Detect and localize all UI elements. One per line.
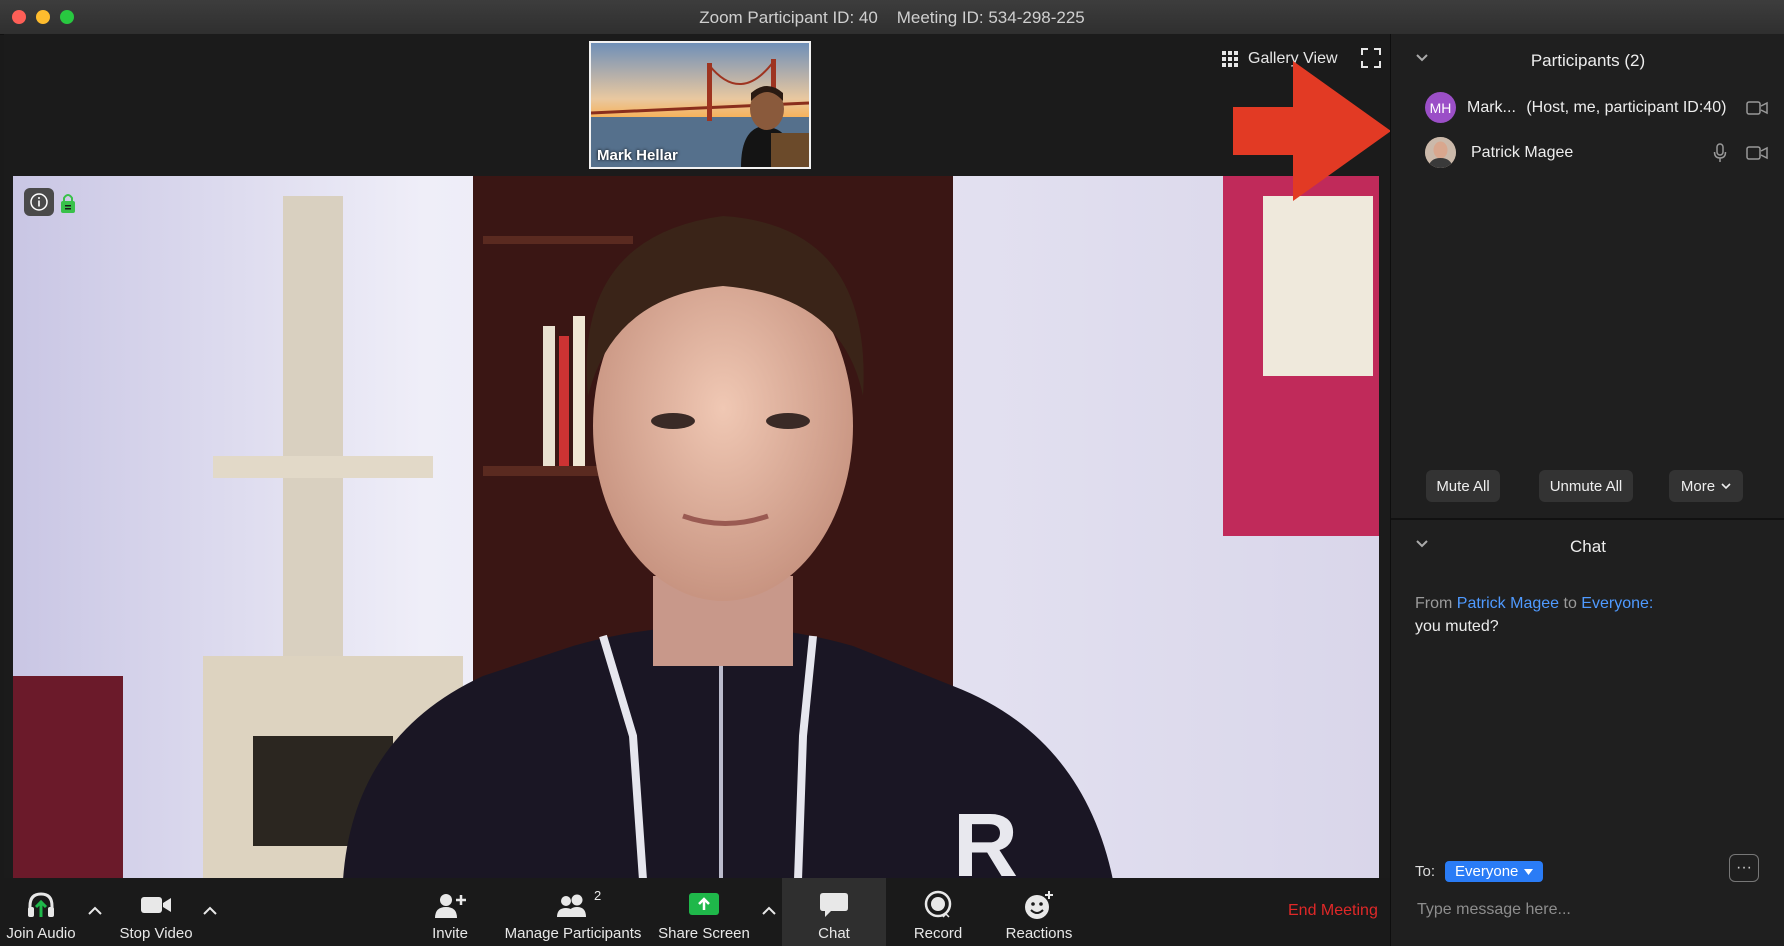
window-title: Zoom Participant ID: 40 Meeting ID: 534-…	[699, 8, 1085, 27]
svg-text:R: R	[953, 796, 1018, 880]
audio-options-chevron-up-icon[interactable]	[87, 904, 103, 916]
participants-icon	[557, 894, 586, 917]
side-panel: Participants (2) MH Mark... (Host, me, p…	[1390, 34, 1784, 946]
chat-bubble-icon	[820, 893, 848, 917]
chat-button[interactable]: Chat	[782, 878, 886, 946]
chat-title: Chat	[1570, 537, 1606, 556]
chat-message-body: you muted?	[1415, 618, 1499, 635]
share-screen-icon	[689, 893, 719, 915]
share-screen-label: Share Screen	[658, 925, 750, 942]
chat-message-header: From Patrick Magee to Everyone:	[1415, 592, 1653, 615]
participant-actions: Mute All Unmute All More	[1391, 470, 1784, 504]
smiley-plus-icon	[1025, 891, 1053, 919]
chat-label: Chat	[818, 925, 850, 942]
join-audio-label: Join Audio	[6, 925, 76, 942]
participant-name: Mark... (Host, me, participant ID:40)	[1467, 99, 1726, 117]
video-camera-icon	[141, 897, 171, 913]
record-icon	[924, 890, 952, 918]
encryption-lock-icon	[61, 194, 75, 213]
reactions-label: Reactions	[1005, 925, 1073, 942]
annotation-arrow	[1233, 61, 1391, 201]
more-options-button[interactable]: More	[1669, 470, 1743, 502]
participant-row[interactable]: MH Mark... (Host, me, participant ID:40)	[1391, 86, 1784, 130]
thumbnail-name-label: Mark Hellar	[597, 147, 678, 164]
to-label: to	[1563, 595, 1577, 612]
chat-message: From Patrick Magee to Everyone: you mute…	[1415, 592, 1653, 638]
stop-video-button[interactable]: Stop Video	[110, 878, 202, 946]
chevron-down-icon	[1721, 482, 1731, 489]
chat-recipient-row: To: Everyone	[1415, 861, 1544, 882]
participant-role-detail: (Host, me, participant ID:40)	[1526, 99, 1727, 116]
chat-message-input[interactable]	[1415, 896, 1759, 924]
participants-header: Participants (2)	[1391, 38, 1784, 78]
recipient-dropdown[interactable]: Everyone	[1445, 861, 1544, 882]
participant-name: Patrick Magee	[1471, 144, 1574, 161]
unmute-all-button[interactable]: Unmute All	[1539, 470, 1633, 502]
more-label: More	[1680, 477, 1716, 495]
microphone-icon[interactable]	[1713, 143, 1727, 163]
caret-down-icon	[1524, 868, 1534, 875]
info-icon	[30, 193, 48, 211]
meeting-controls-toolbar: Join Audio Stop Video Invite Manage Part…	[0, 878, 1390, 946]
invite-label: Invite	[432, 925, 468, 942]
avatar-photo-icon	[1425, 137, 1456, 168]
manage-participants-label: Manage Participants	[504, 925, 642, 942]
speaker-video: R	[13, 176, 1379, 880]
video-options-chevron-up-icon[interactable]	[202, 904, 218, 916]
chat-recipient: Everyone:	[1581, 595, 1654, 612]
stop-video-label: Stop Video	[119, 925, 193, 942]
participant-row[interactable]: Patrick Magee	[1391, 131, 1784, 175]
participant-short-name: Mark...	[1467, 99, 1516, 116]
manage-participants-button[interactable]: Manage Participants	[500, 878, 646, 946]
recipient-dropdown-value: Everyone	[1455, 863, 1519, 880]
ellipsis-icon: ···	[1736, 859, 1752, 876]
record-button[interactable]: Record	[900, 878, 976, 946]
participant-count-badge: 2	[594, 888, 602, 903]
chat-more-options-button[interactable]: ···	[1729, 854, 1759, 882]
participants-title: Participants (2)	[1530, 51, 1646, 70]
avatar: MH	[1425, 92, 1456, 123]
video-area: Mark Hellar Gallery View R	[4, 34, 1390, 880]
main-video-feed: R	[13, 176, 1379, 880]
add-user-icon	[435, 894, 466, 918]
share-screen-button[interactable]: Share Screen	[656, 878, 752, 946]
self-view-thumbnail[interactable]: Mark Hellar	[589, 41, 811, 169]
meeting-info-button[interactable]	[24, 188, 54, 216]
video-camera-icon[interactable]	[1746, 145, 1768, 161]
zoom-window: Zoom Participant ID: 40 Meeting ID: 534-…	[0, 0, 1784, 946]
share-options-chevron-up-icon[interactable]	[761, 904, 777, 916]
to-prefix-label: To:	[1415, 863, 1436, 880]
chat-header: Chat	[1391, 524, 1784, 564]
avatar	[1425, 137, 1456, 168]
join-audio-button[interactable]: Join Audio	[2, 878, 80, 946]
chat-sender[interactable]: Patrick Magee	[1457, 595, 1559, 612]
panel-divider	[1391, 518, 1784, 520]
end-meeting-button[interactable]: End Meeting	[1288, 902, 1378, 920]
reactions-button[interactable]: Reactions	[996, 878, 1082, 946]
video-off-icon[interactable]	[1746, 100, 1768, 116]
from-label: From	[1415, 595, 1453, 612]
headphones-icon	[28, 892, 54, 917]
record-label: Record	[913, 925, 963, 942]
invite-button[interactable]: Invite	[420, 878, 480, 946]
mute-all-button[interactable]: Mute All	[1426, 470, 1500, 502]
title-bar: Zoom Participant ID: 40 Meeting ID: 534-…	[0, 0, 1784, 35]
